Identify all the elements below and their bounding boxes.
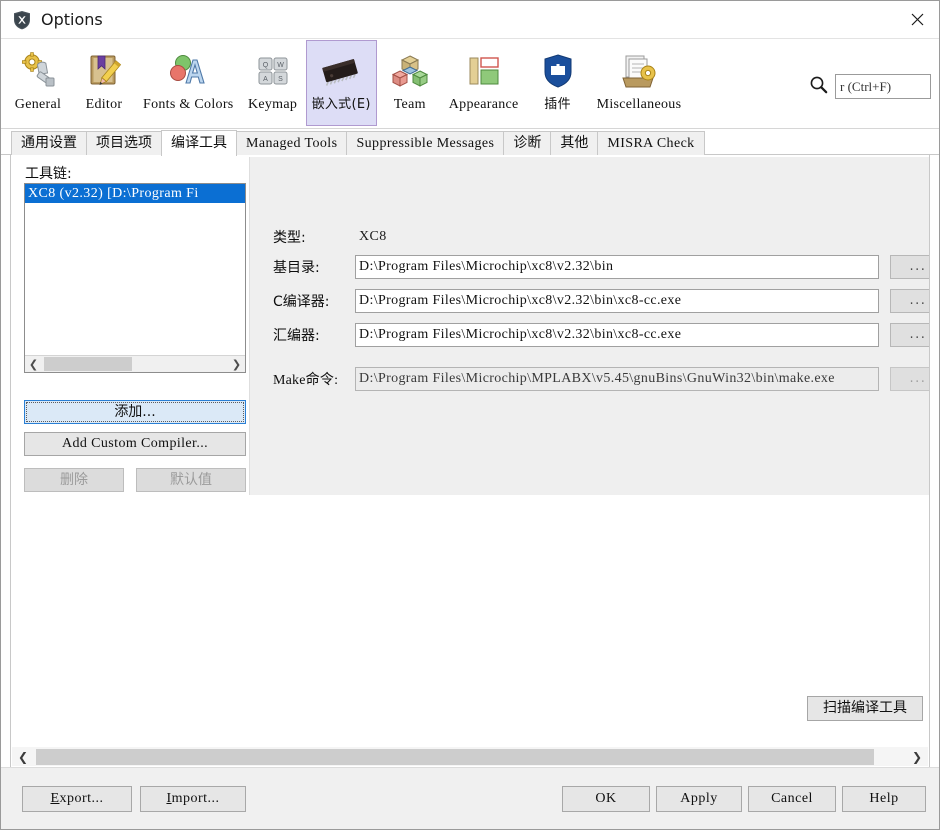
tab-other[interactable]: 其他: [550, 131, 599, 155]
list-item[interactable]: XC8 (v2.32) [D:\Program Fi: [25, 184, 245, 203]
keyboard-keys-icon: Q W A S: [246, 45, 300, 97]
svg-text:Q: Q: [262, 62, 268, 69]
category-label: Fonts & Colors: [143, 97, 234, 112]
scroll-thumb[interactable]: [36, 748, 874, 765]
window-title: Options: [41, 10, 103, 29]
cancel-button[interactable]: Cancel: [748, 786, 836, 812]
tab-suppressible-messages[interactable]: Suppressible Messages: [346, 131, 505, 155]
tab-managed-tools[interactable]: Managed Tools: [236, 131, 348, 155]
build-tools-panel: 工具链: XC8 (v2.32) [D:\Program Fi ❮ ❯ 添加..…: [10, 155, 930, 767]
form-row-base-directory: 基目录: D:\Program Files\Microchip\xc8\v2.3…: [273, 255, 929, 279]
field-value-type: XC8: [359, 229, 387, 244]
tab-misra-check[interactable]: MISRA Check: [597, 131, 705, 155]
c-compiler-input[interactable]: D:\Program Files\Microchip\xc8\v2.32\bin…: [355, 289, 879, 313]
assembler-input[interactable]: D:\Program Files\Microchip\xc8\v2.32\bin…: [355, 323, 879, 347]
category-label: General: [14, 97, 62, 112]
apply-button[interactable]: Apply: [656, 786, 742, 812]
help-button[interactable]: Help: [842, 786, 926, 812]
browse-base-directory-button[interactable]: ...: [890, 255, 929, 279]
category-plugins[interactable]: 插件: [525, 40, 591, 126]
gear-wrench-icon: [11, 45, 65, 97]
category-appearance[interactable]: Appearance: [443, 40, 525, 126]
book-pencil-icon: [77, 45, 131, 97]
tab-project-options[interactable]: 项目选项: [86, 131, 162, 155]
settings-tabstrip: 通用设置 项目选项 编译工具 Managed Tools Suppressibl…: [1, 129, 939, 156]
misc-docs-gear-icon: [612, 45, 666, 97]
category-keymap[interactable]: Q W A S Keymap: [240, 40, 306, 126]
field-label-c-compiler: C编译器:: [273, 294, 330, 310]
field-label-make-command: Make命令:: [273, 373, 339, 388]
toolchain-list[interactable]: XC8 (v2.32) [D:\Program Fi ❮ ❯: [24, 183, 246, 373]
category-embedded[interactable]: 嵌入式(E): [305, 40, 377, 126]
svg-text:S: S: [278, 76, 283, 83]
options-shield-icon: [12, 10, 32, 30]
tab-general-settings[interactable]: 通用设置: [11, 131, 87, 155]
scroll-thumb[interactable]: [44, 357, 132, 371]
toolchain-list-hscrollbar[interactable]: ❮ ❯: [25, 355, 245, 372]
category-label: Team: [393, 97, 426, 112]
dialog-footer: Export... Import... OK Apply Cancel Help: [1, 767, 939, 829]
export-button[interactable]: Export...: [22, 786, 132, 812]
category-fonts-colors[interactable]: Fonts & Colors: [137, 40, 240, 126]
chevron-right-icon[interactable]: ❯: [906, 748, 928, 766]
browse-assembler-button[interactable]: ...: [890, 323, 929, 347]
svg-text:A: A: [263, 76, 268, 83]
toolchain-label: 工具链:: [25, 166, 72, 182]
options-dialog: Options General Editor Fonts & Colors Q …: [0, 0, 940, 830]
category-label: 嵌入式(E): [311, 97, 371, 112]
category-editor[interactable]: Editor: [71, 40, 137, 126]
ok-button[interactable]: OK: [562, 786, 650, 812]
content-hscrollbar[interactable]: ❮ ❯: [12, 747, 928, 766]
category-label: Editor: [85, 97, 123, 112]
category-label: Miscellaneous: [596, 97, 682, 112]
delete-toolchain-button[interactable]: 删除: [24, 468, 124, 492]
layout-panels-icon: [457, 45, 511, 97]
team-cubes-icon: [383, 45, 437, 97]
search-icon[interactable]: [809, 75, 828, 99]
category-label: Keymap: [247, 97, 298, 112]
make-command-input[interactable]: D:\Program Files\Microchip\MPLABX\v5.45\…: [355, 367, 879, 391]
field-label-base-directory: 基目录:: [273, 260, 320, 276]
browse-make-command-button[interactable]: ...: [890, 367, 929, 391]
font-palette-icon: [161, 45, 215, 97]
form-row-type: 类型: XC8: [273, 225, 387, 249]
restore-defaults-button[interactable]: 默认值: [136, 468, 246, 492]
search-input[interactable]: r (Ctrl+F): [835, 74, 931, 99]
add-toolchain-button[interactable]: 添加...: [24, 400, 246, 424]
import-button[interactable]: Import...: [140, 786, 246, 812]
category-miscellaneous[interactable]: Miscellaneous: [591, 40, 688, 126]
search-area: r (Ctrl+F): [809, 74, 931, 99]
titlebar: Options: [1, 1, 939, 39]
category-label: Appearance: [448, 97, 519, 112]
chevron-left-icon[interactable]: ❮: [12, 748, 34, 766]
form-row-c-compiler: C编译器: D:\Program Files\Microchip\xc8\v2.…: [273, 289, 929, 313]
chevron-left-icon[interactable]: ❮: [25, 356, 42, 372]
category-toolbar: General Editor Fonts & Colors Q W A S Ke…: [1, 39, 939, 129]
scroll-track[interactable]: [34, 748, 906, 766]
browse-c-compiler-button[interactable]: ...: [890, 289, 929, 313]
plugin-shield-icon: [531, 45, 585, 97]
add-custom-compiler-button[interactable]: Add Custom Compiler...: [24, 432, 246, 456]
chevron-right-icon[interactable]: ❯: [228, 356, 245, 372]
form-row-make-command: Make命令: D:\Program Files\Microchip\MPLAB…: [273, 367, 929, 391]
scan-for-build-tools-button[interactable]: 扫描编译工具: [807, 696, 923, 721]
close-icon[interactable]: [895, 1, 939, 38]
base-directory-input[interactable]: D:\Program Files\Microchip\xc8\v2.32\bin: [355, 255, 879, 279]
category-team[interactable]: Team: [377, 40, 443, 126]
scroll-track[interactable]: [42, 356, 228, 372]
category-general[interactable]: General: [5, 40, 71, 126]
tab-diagnostics[interactable]: 诊断: [503, 131, 552, 155]
tab-build-tools[interactable]: 编译工具: [161, 130, 237, 156]
field-label-type: 类型:: [273, 230, 306, 246]
category-label: 插件: [544, 97, 571, 112]
chip-icon: [314, 45, 368, 97]
field-label-assembler: 汇编器:: [273, 328, 320, 344]
svg-text:W: W: [277, 62, 284, 69]
form-row-assembler: 汇编器: D:\Program Files\Microchip\xc8\v2.3…: [273, 323, 929, 347]
